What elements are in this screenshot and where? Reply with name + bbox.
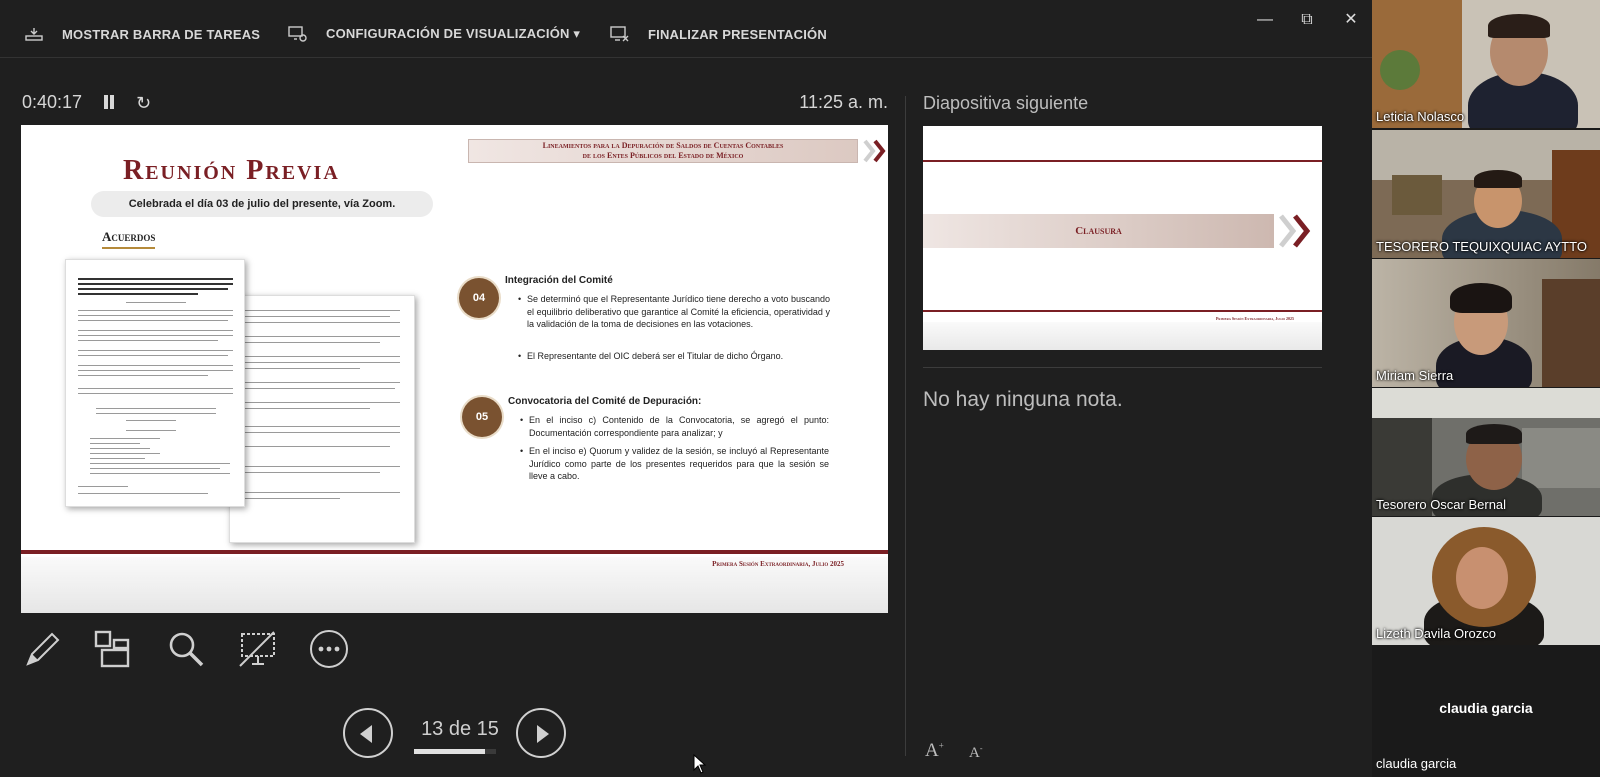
elapsed-timer: 0:40:17 [22,92,83,112]
speaker-notes[interactable]: No hay ninguna nota. [923,388,1123,412]
participant-name: TESORERO TEQUIXQUIAC AYTTO [1376,239,1587,254]
restore-button[interactable]: ⧉ [1295,8,1319,32]
current-slide[interactable]: Lineamientos para la Depuración de Saldo… [21,125,888,613]
slide-acuerdos-heading: Acuerdos [102,229,156,249]
show-taskbar-button[interactable]: MOSTRAR BARRA DE TAREAS [24,22,260,46]
participant-name: Miriam Sierra [1376,368,1454,383]
participant-display-name: claudia garcia [1439,700,1533,716]
slide-counter[interactable]: 13 de 15 [410,718,510,741]
section-heading-integracion: Integración del Comité [505,275,613,286]
bullet-item: En el inciso e) Quorum y validez de la s… [520,445,829,483]
increase-font-button[interactable]: A+ [925,740,944,762]
show-taskbar-label: MOSTRAR BARRA DE TAREAS [62,26,261,42]
next-slide-button[interactable] [516,708,566,758]
slide-subtitle: Celebrada el día 03 de julio del present… [91,191,433,217]
more-options-icon[interactable] [308,628,350,670]
next-slide-footer: Primera Sesión Extraordinaria, Julio 202… [1215,316,1294,321]
slide-banner-line1: Lineamientos para la Depuración de Saldo… [542,141,784,150]
magnifier-icon[interactable] [165,628,207,670]
next-slide-footer-rule [923,310,1322,312]
next-slide-top-rule [923,160,1322,162]
banner-chevron-icon [863,139,886,163]
participant-tile[interactable]: Lizeth Davila Orozco [1372,517,1600,645]
display-settings-label: CONFIGURACIÓN DE VISUALIZACIÓN ▾ [326,26,581,41]
monitor-gear-icon [288,26,307,42]
next-slide-chevron-icon [1279,214,1311,248]
panel-divider[interactable] [905,96,906,756]
section-heading-convocatoria: Convocatoria del Comité de Depuración: [508,396,702,407]
participant-tile[interactable]: Miriam Sierra [1372,259,1600,387]
taskbar-icon [25,28,43,41]
slide-footer-rule [21,550,888,554]
minimize-button[interactable]: — [1253,8,1277,32]
bullet-item: El Representante del OIC deberá ser el T… [518,350,830,363]
participant-name: Tesorero Oscar Bernal [1376,497,1507,512]
slide-banner: Lineamientos para la Depuración de Saldo… [468,139,858,163]
next-slide-preview[interactable]: Clausura Primera Sesión Extraordinaria, … [923,126,1322,350]
slide-banner-line2: de los Entes Públicos del Estado de Méxi… [582,151,744,160]
participants-panel: Leticia Nolasco TESORERO TEQUIXQUIAC AYT… [1372,0,1600,777]
next-slide-label: Diapositiva siguiente [923,93,1089,113]
end-slideshow-label: FINALIZAR PRESENTACIÓN [648,26,827,42]
document-page-back [229,295,415,543]
decrease-font-button[interactable]: A- [969,744,983,762]
slide-progress-fill [414,749,486,754]
participant-tile[interactable]: TESORERO TEQUIXQUIAC AYTTO [1372,130,1600,258]
section-number-05: 05 [462,397,502,437]
pause-timer-button[interactable] [102,95,116,111]
participant-tile[interactable]: Tesorero Oscar Bernal [1372,388,1600,516]
app: MOSTRAR BARRA DE TAREAS CONFIGURACIÓN DE… [0,0,1600,777]
notes-divider [923,367,1322,368]
slide-footer: Primera Sesión Extraordinaria, Julio 202… [712,560,844,568]
display-settings-button[interactable]: CONFIGURACIÓN DE VISUALIZACIÓN ▾ [288,22,580,46]
next-slide-bottom-band [923,322,1322,350]
pen-icon[interactable] [22,628,64,670]
current-time: 11:25 a. m. [799,92,888,112]
slide-title: Reunión Previa [123,155,340,186]
end-slideshow-button[interactable]: FINALIZAR PRESENTACIÓN [610,22,827,46]
participant-name: claudia garcia [1376,756,1457,771]
black-screen-icon[interactable] [236,628,278,670]
next-slide-title: Clausura [923,214,1274,248]
section-number-04: 04 [459,278,499,318]
restart-timer-button[interactable]: ↻ [136,94,151,112]
participant-tile[interactable]: Leticia Nolasco [1372,0,1600,128]
participant-tile[interactable]: claudia garcia claudia garcia [1372,645,1600,777]
bullet-item: En el inciso c) Contenido de la Convocat… [520,414,829,439]
monitor-x-icon [610,26,629,42]
see-all-slides-icon[interactable] [92,628,134,670]
participant-name: Lizeth Davila Orozco [1376,626,1496,641]
previous-slide-button[interactable] [343,708,393,758]
participant-name: Leticia Nolasco [1376,109,1465,124]
slide-progress-bar [414,749,496,754]
document-page-front [65,259,245,507]
top-toolbar: MOSTRAR BARRA DE TAREAS CONFIGURACIÓN DE… [0,0,1372,58]
bullet-item: Se determinó que el Representante Jurídi… [518,293,830,331]
close-button[interactable]: ✕ [1339,8,1363,32]
presenter-view: MOSTRAR BARRA DE TAREAS CONFIGURACIÓN DE… [0,0,1372,777]
